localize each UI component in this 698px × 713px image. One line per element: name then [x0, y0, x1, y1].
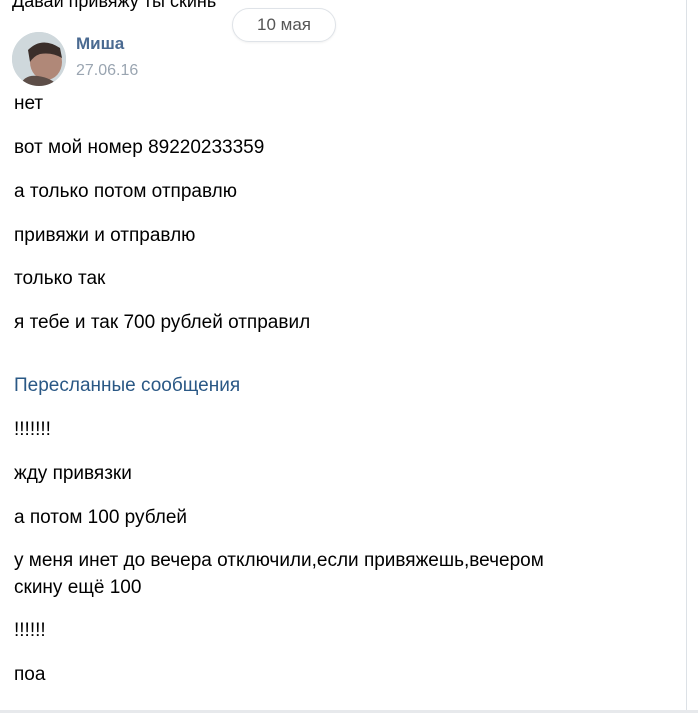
forwarded-message-text: скину ещё 100	[14, 577, 142, 598]
forwarded-message-text: а потом 100 рублей	[14, 507, 188, 528]
chat-history: Давай привяжу ты скинь 10 мая Миша 27.06…	[0, 0, 698, 713]
message-text: я тебе и так 700 рублей отправил	[14, 312, 311, 333]
forwarded-message-text: !!!!!!!	[14, 419, 51, 440]
message-timestamp[interactable]: 27.06.16	[76, 62, 138, 80]
message-text: привяжи и отправлю	[14, 225, 196, 246]
forwarded-message-text: жду привязки	[14, 463, 132, 484]
forwarded-message-text: !!!!!!	[14, 620, 46, 641]
date-separator: 10 мая	[232, 8, 336, 42]
forwarded-message-text: поа	[14, 664, 46, 685]
forwarded-messages-link[interactable]: Пересланные сообщения	[14, 375, 240, 397]
previous-message-text: Давай привяжу ты скинь	[12, 0, 217, 11]
scroll-divider	[686, 0, 687, 713]
forwarded-message-text: у меня инет до вечера отключили,если при…	[14, 550, 544, 571]
user-photo-icon	[12, 32, 66, 86]
avatar[interactable]	[12, 32, 66, 86]
author-name[interactable]: Миша	[76, 34, 124, 54]
message-text: вот мой номер 89220233359	[14, 137, 265, 158]
message-text: только так	[14, 268, 106, 289]
message-text: а только потом отправлю	[14, 181, 237, 202]
message-text: нет	[14, 93, 44, 114]
